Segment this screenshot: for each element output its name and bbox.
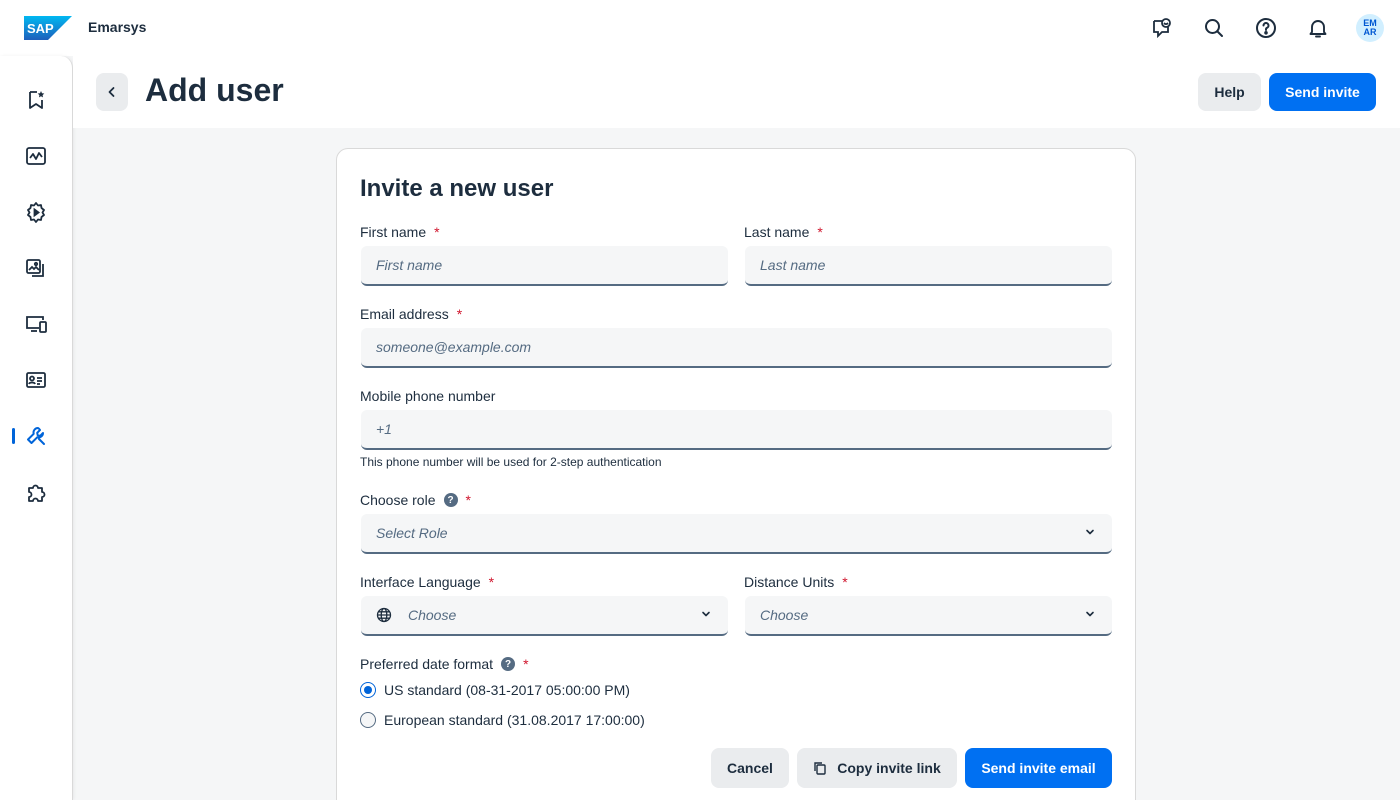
- date-format-label: Preferred date format ? *: [360, 656, 529, 672]
- phone-placeholder: +1: [376, 421, 392, 437]
- date-format-option-us-label: US standard (08-31-2017 05:00:00 PM): [384, 682, 630, 698]
- distance-label: Distance Units *: [744, 574, 848, 590]
- role-label-text: Choose role: [360, 492, 436, 508]
- bookmark-star-icon[interactable]: [16, 80, 56, 120]
- automation-icon[interactable]: [16, 192, 56, 232]
- chevron-left-icon: [108, 87, 115, 97]
- contacts-icon[interactable]: [16, 360, 56, 400]
- email-label-text: Email address: [360, 306, 449, 322]
- first-name-label-text: First name: [360, 224, 427, 240]
- brand-name: Emarsys: [88, 19, 147, 35]
- svg-text:SAP: SAP: [27, 21, 54, 36]
- content-icon[interactable]: [16, 248, 56, 288]
- analytics-icon[interactable]: [16, 136, 56, 176]
- date-format-option-us[interactable]: US standard (08-31-2017 05:00:00 PM): [360, 682, 630, 698]
- required-marker: *: [817, 224, 823, 240]
- last-name-input[interactable]: Last name: [745, 246, 1112, 286]
- shell-bar: SAP Emarsys EM AR: [0, 0, 1400, 56]
- side-navigation: [0, 56, 73, 800]
- chevron-down-icon: [1086, 611, 1094, 617]
- last-name-label: Last name *: [744, 224, 823, 240]
- email-input[interactable]: someone@example.com: [361, 328, 1112, 368]
- required-marker: *: [434, 224, 440, 240]
- bell-icon[interactable]: [1298, 8, 1338, 48]
- required-marker: *: [456, 306, 463, 322]
- card-title: Invite a new user: [360, 175, 554, 202]
- globe-icon: [376, 607, 392, 623]
- copy-icon: [814, 762, 826, 775]
- send-invite-button[interactable]: Send invite: [1269, 73, 1376, 111]
- page-header: Add user Help Send invite: [73, 56, 1400, 128]
- radio-button-selected[interactable]: [360, 682, 376, 698]
- invite-user-card: Invite a new user First name * First name…: [336, 148, 1136, 800]
- addons-icon[interactable]: [16, 472, 56, 512]
- phone-label-text: Mobile phone number: [360, 388, 496, 404]
- email-placeholder: someone@example.com: [376, 339, 532, 355]
- cancel-button[interactable]: Cancel: [711, 748, 789, 788]
- distance-select[interactable]: Choose: [745, 596, 1112, 636]
- distance-placeholder: Choose: [760, 607, 809, 623]
- role-select[interactable]: Select Role: [361, 514, 1112, 554]
- language-label-text: Interface Language: [360, 574, 481, 590]
- radio-button[interactable]: [360, 712, 376, 728]
- language-placeholder: Choose: [408, 607, 457, 623]
- copy-invite-link-button[interactable]: Copy invite link: [797, 748, 957, 788]
- phone-input[interactable]: +1: [361, 410, 1112, 450]
- required-marker: *: [523, 656, 529, 672]
- active-nav-indicator: [12, 428, 15, 444]
- back-button[interactable]: [96, 73, 128, 111]
- chevron-down-icon: [1086, 529, 1094, 535]
- feedback-icon[interactable]: [1142, 8, 1182, 48]
- user-avatar[interactable]: EM AR: [1356, 14, 1384, 42]
- search-icon[interactable]: [1194, 8, 1234, 48]
- role-placeholder: Select Role: [376, 525, 448, 541]
- copy-invite-link-label: Copy invite link: [837, 760, 941, 776]
- required-marker: *: [842, 574, 848, 590]
- date-format-label-text: Preferred date format: [360, 656, 494, 672]
- required-marker: *: [465, 492, 471, 508]
- distance-label-text: Distance Units: [744, 574, 835, 590]
- first-name-input[interactable]: First name: [361, 246, 728, 286]
- page-title: Add user: [145, 72, 284, 108]
- email-label: Email address *: [360, 306, 462, 322]
- date-format-option-european-label: European standard (31.08.2017 17:00:00): [384, 712, 645, 728]
- phone-hint: This phone number will be used for 2-ste…: [360, 455, 662, 469]
- help-icon[interactable]: [1246, 8, 1286, 48]
- last-name-label-text: Last name: [744, 224, 810, 240]
- date-format-option-european[interactable]: European standard (31.08.2017 17:00:00): [360, 712, 645, 728]
- role-help-icon[interactable]: ?: [443, 493, 458, 507]
- channels-icon[interactable]: [16, 304, 56, 344]
- chevron-down-icon: [702, 611, 710, 617]
- send-invite-email-button[interactable]: Send invite email: [965, 748, 1112, 788]
- shell-actions: EM AR: [1142, 8, 1384, 48]
- language-select[interactable]: Choose: [361, 596, 728, 636]
- language-label: Interface Language *: [360, 574, 494, 590]
- avatar-initials-bottom: AR: [1363, 27, 1377, 37]
- required-marker: *: [488, 574, 495, 590]
- phone-label: Mobile phone number: [360, 388, 495, 404]
- date-format-help-icon[interactable]: ?: [501, 657, 516, 671]
- help-button[interactable]: Help: [1198, 73, 1261, 111]
- first-name-placeholder: First name: [376, 257, 443, 273]
- last-name-placeholder: Last name: [760, 257, 826, 273]
- management-icon[interactable]: [16, 416, 56, 456]
- sap-logo[interactable]: SAP: [24, 16, 72, 40]
- role-label: Choose role ? *: [360, 492, 471, 508]
- first-name-label: First name *: [360, 224, 440, 240]
